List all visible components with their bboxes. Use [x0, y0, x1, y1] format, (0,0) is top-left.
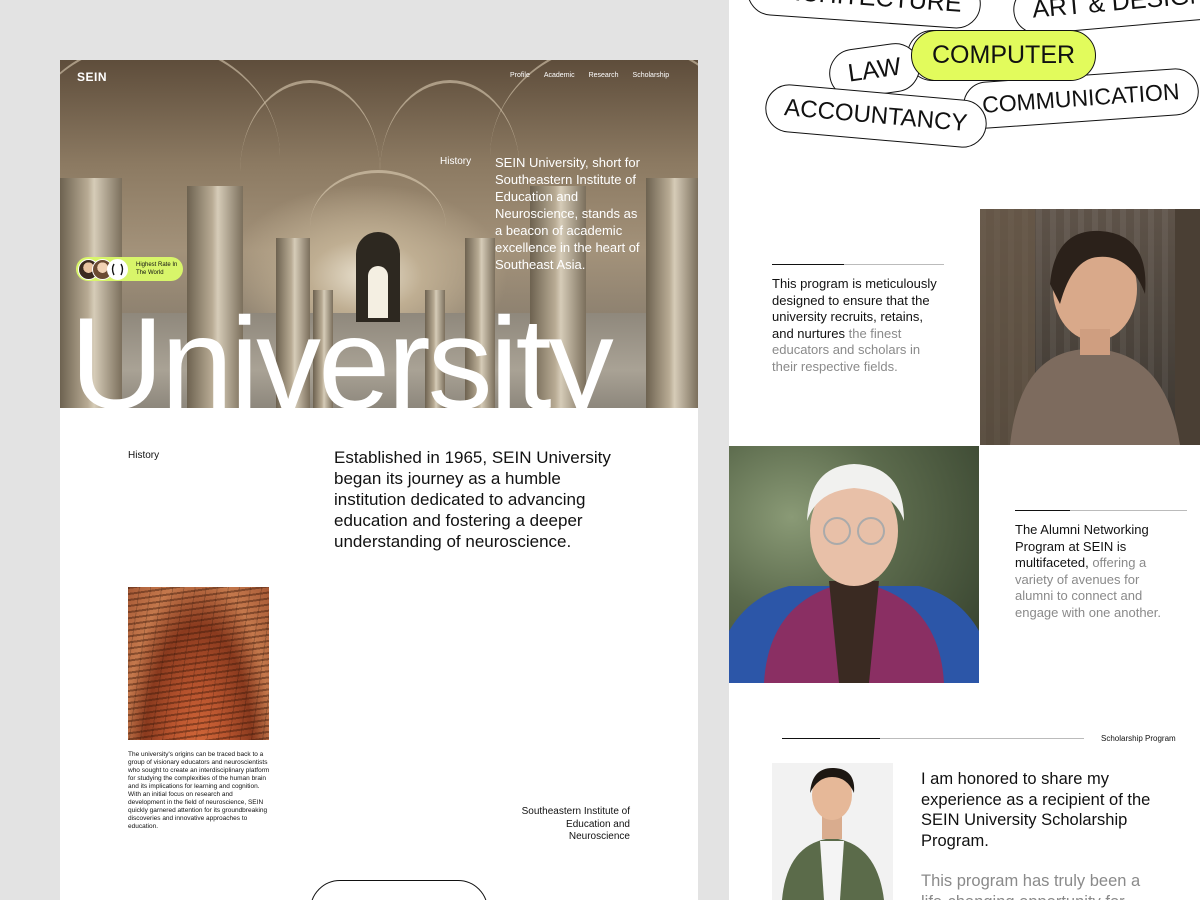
- scholarship-quote-continued: This program has truly been a life-chang…: [921, 872, 1141, 900]
- chip-accountancy[interactable]: ACCOUNTANCY: [763, 82, 989, 150]
- scholarship-quote: I am honored to share my experience as a…: [921, 770, 1151, 850]
- nav-item-scholarship[interactable]: Scholarship: [633, 72, 670, 79]
- alumni-photo: [729, 446, 979, 683]
- brand-logo[interactable]: SEIN: [77, 70, 107, 84]
- top-nav: Profile Academic Research Scholarship: [510, 72, 669, 79]
- chip-computer-highlight[interactable]: COMPUTER: [911, 30, 1097, 81]
- scholarship-section-label: Scholarship Program: [1101, 734, 1176, 743]
- avatar: [107, 259, 128, 280]
- divider: [1015, 510, 1070, 511]
- chip-architecture[interactable]: ARCHITECTURE: [745, 0, 983, 31]
- books-stack-image: [128, 587, 269, 740]
- institution-name: Southeastern Institute of Education and …: [521, 806, 630, 842]
- nav-item-profile[interactable]: Profile: [510, 72, 530, 79]
- laurel-icon: [111, 263, 124, 276]
- nav-item-academic[interactable]: Academic: [544, 72, 575, 79]
- university-landing-page: SEIN Profile Academic Research Scholarsh…: [60, 60, 698, 900]
- nav-item-research[interactable]: Research: [589, 72, 619, 79]
- student-photo: [772, 763, 893, 900]
- history-body-text: Established in 1965, SEIN University beg…: [334, 448, 611, 551]
- hero-description: SEIN University, short for Southeastern …: [495, 155, 640, 272]
- hero-image-cloister: SEIN Profile Academic Research Scholarsh…: [60, 60, 698, 408]
- highest-rate-text: Highest Rate In The World: [136, 262, 178, 276]
- origins-paragraph: The university's origins can be traced b…: [128, 751, 270, 830]
- programs-page: ARCHITECTURE ART & DESIGN COMPUTER LAW C…: [729, 0, 1200, 900]
- history-section-label: History: [128, 450, 160, 461]
- hero-big-word: University: [70, 290, 614, 408]
- divider: [772, 264, 844, 265]
- divider: [782, 738, 880, 739]
- pill-outline-button[interactable]: [310, 880, 488, 900]
- program-description: This program is meticulously designed to…: [772, 276, 944, 376]
- alumni-description: The Alumni Networking Program at SEIN is…: [1015, 522, 1180, 622]
- educator-photo: [980, 209, 1200, 445]
- highest-rate-badge: Highest Rate In The World: [76, 257, 183, 281]
- hero-history-label: History: [440, 156, 472, 167]
